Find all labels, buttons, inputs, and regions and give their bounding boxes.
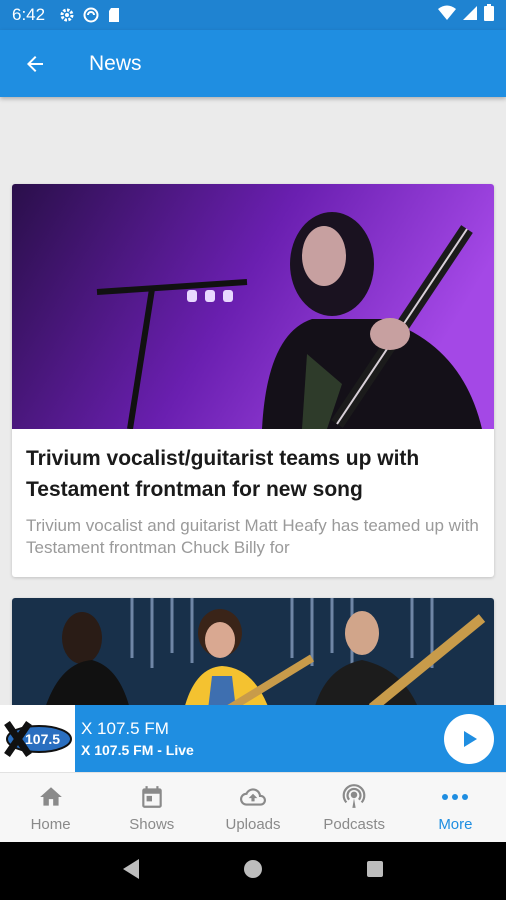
news-title[interactable]: Trivium vocalist/guitarist teams up with… (12, 429, 494, 505)
station-logo: 107.5 (0, 705, 75, 772)
wifi-icon (438, 5, 456, 26)
nav-item-shows[interactable]: Shows (101, 773, 202, 842)
news-card[interactable]: Trivium vocalist/guitarist teams up with… (12, 184, 494, 577)
nav-label-shows: Shows (129, 816, 175, 833)
page-title: News (89, 51, 142, 75)
news-card[interactable] (12, 598, 494, 705)
status-time: 6:42 (12, 5, 46, 24)
home-circle-icon[interactable] (242, 858, 264, 885)
calendar-icon (142, 786, 162, 808)
mini-player[interactable]: 107.5 X 107.5 FM X 107.5 FM - Live (0, 705, 506, 772)
player-station: X 107.5 FM (81, 718, 169, 738)
nav-label-home: Home (30, 816, 71, 833)
news-summary: Trivium vocalist and guitarist Matt Heaf… (26, 516, 479, 557)
system-navigation-bar (0, 842, 506, 900)
battery-icon (484, 4, 494, 26)
recents-square-icon[interactable] (365, 859, 385, 884)
cloud-upload-icon (240, 788, 266, 806)
signal-icon (462, 5, 478, 26)
station-logo-text: 107.5 (25, 731, 60, 747)
nav-item-uploads[interactable]: Uploads (202, 773, 303, 842)
podcast-icon (342, 784, 366, 808)
nav-label-podcasts: Podcasts (323, 816, 386, 833)
nav-item-home[interactable]: Home (0, 773, 101, 842)
arrow-left-icon (27, 55, 43, 72)
nav-label-more: More (438, 816, 473, 833)
back-button[interactable] (5, 30, 65, 97)
news-image (12, 184, 494, 429)
gear-icon (59, 7, 75, 23)
app-bar: News (0, 30, 506, 97)
play-icon (464, 730, 477, 747)
nav-label-uploads: Uploads (225, 816, 281, 833)
nav-item-podcasts[interactable]: Podcasts (304, 773, 405, 842)
news-list[interactable]: Trivium vocalist/guitarist teams up with… (0, 97, 506, 705)
player-status: X 107.5 FM - Live (81, 741, 194, 758)
news-image (12, 598, 494, 705)
bottom-navigation: Home Shows Uploads Podcasts More (0, 772, 506, 842)
more-dots-icon (442, 794, 469, 800)
sync-icon (83, 7, 99, 23)
sd-card-icon (107, 7, 121, 23)
home-icon (39, 787, 62, 806)
nav-item-more[interactable]: More (405, 773, 506, 842)
back-triangle-icon[interactable] (121, 858, 141, 885)
play-button[interactable] (444, 713, 494, 764)
status-bar: 6:42 (0, 0, 506, 30)
